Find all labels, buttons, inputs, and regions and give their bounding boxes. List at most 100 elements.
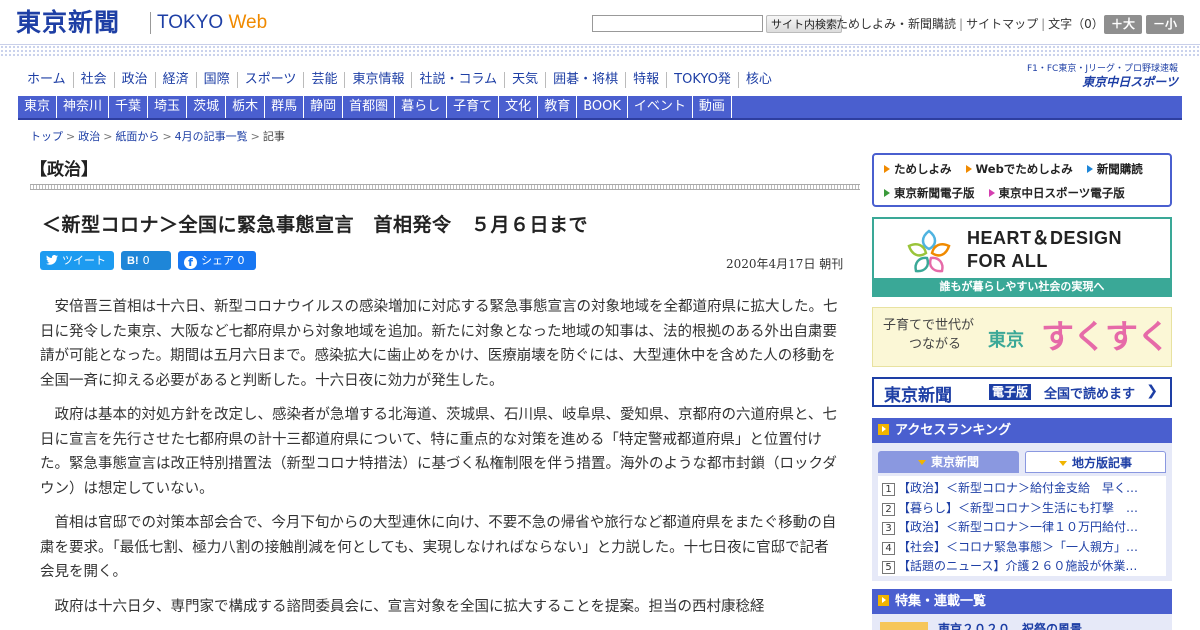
arrow-icon: [1086, 165, 1093, 173]
nav-home[interactable]: ホーム: [20, 72, 74, 88]
site-search-input[interactable]: [592, 15, 763, 32]
category-heading: 【政治】: [30, 160, 98, 180]
ranking-item[interactable]: 2 【暮らし】＜新型コロナ＞生活にも打撃 …: [878, 499, 1166, 519]
nav-tokyo-hatsu[interactable]: TOKYO発: [667, 72, 739, 88]
article-date: 2020年4月17日 朝刊: [726, 257, 844, 271]
ranking-item[interactable]: 4 【社会】＜コロナ緊急事態＞「一人親方」…: [878, 538, 1166, 558]
topic-video[interactable]: 動画: [693, 96, 732, 118]
heart-design-caption: 誰もが暮らしやすい社会の実現へ: [874, 278, 1170, 295]
region-tochigi[interactable]: 栃木: [226, 96, 266, 118]
hatena-bookmark-button[interactable]: B! 0: [121, 251, 171, 270]
feature-thumbnail[interactable]: [880, 622, 928, 630]
ranking-item[interactable]: 5 【話題のニュース】介護２６０施設が休業…: [878, 557, 1166, 577]
chunichi-tagline: F1・FC東京・Jリーグ・プロ野球速報: [1026, 64, 1178, 74]
facebook-icon: f: [184, 256, 197, 269]
subscription-links-box: ためしよみ Webでためしよみ 新聞購読 東京新聞電子版 東京中日スポーツ電子版: [872, 153, 1172, 207]
article-paragraph: 首相は官邸での対策本部会合で、今月下旬からの大型連休に向け、不要不急の帰省や旅行…: [40, 515, 837, 580]
breadcrumb-top[interactable]: トップ: [30, 130, 63, 143]
nav-entertainment[interactable]: 芸能: [304, 72, 346, 88]
arrow-icon: [988, 189, 995, 197]
topic-living[interactable]: 暮らし: [395, 96, 448, 118]
trial-read-link[interactable]: ためしよみ: [884, 161, 952, 177]
chunichi-sports-link[interactable]: F1・FC東京・Jリーグ・プロ野球速報 東京中日スポーツ: [1026, 63, 1178, 91]
nav-society[interactable]: 社会: [74, 72, 115, 88]
heading-rule: [30, 184, 860, 190]
header-dot-band: [0, 44, 1200, 58]
breadcrumb-print[interactable]: 紙面から: [115, 130, 159, 143]
tokyo-web-logo[interactable]: TOKYO Web: [157, 12, 267, 34]
region-kanagawa[interactable]: 神奈川: [57, 96, 110, 118]
chevron-right-icon: ❯: [1146, 383, 1158, 399]
topic-culture[interactable]: 文化: [499, 96, 539, 118]
subscribe-link[interactable]: ためしよみ・新聞購読: [836, 17, 956, 31]
web-trial-read-link[interactable]: Webでためしよみ: [965, 161, 1073, 177]
subscribe-sidebar-link[interactable]: 新聞購読: [1086, 161, 1143, 177]
sukusuku-tokyo-label: 東京: [988, 330, 1024, 351]
site-logo[interactable]: 東京新聞: [16, 9, 120, 37]
article-body: 安倍晋三首相は十六日、新型コロナウイルスの感染増加に対応する緊急事態宣言の対象地…: [40, 295, 842, 629]
digital-edition-banner[interactable]: 東京新聞 電子版 全国で読めます ❯: [872, 377, 1172, 407]
logo-sub-accent: Web: [228, 12, 268, 33]
fb-share-count: 0: [237, 254, 245, 267]
ranking-tab-regional[interactable]: 地方版記事: [1025, 451, 1166, 473]
nav-politics[interactable]: 政治: [115, 72, 156, 88]
site-search-button[interactable]: サイト内検索: [766, 15, 842, 33]
sukusuku-tagline: 子育てで世代が つながる: [883, 318, 975, 352]
region-tokyo[interactable]: 東京: [18, 96, 58, 118]
nav-economy[interactable]: 経済: [156, 72, 197, 88]
breadcrumb-april-list[interactable]: 4月の記事一覧: [175, 130, 248, 143]
features-panel: 東京２０２０ 祝祭の風景: [872, 614, 1172, 630]
logo-divider: [150, 12, 151, 34]
article-paragraph: 政府は十六日夕、専門家で構成する諮問委員会に、宣言対象を全国に拡大することを提案…: [54, 598, 765, 615]
nav-sports[interactable]: スポーツ: [238, 72, 305, 88]
article-paragraph: 安倍晋三首相は十六日、新型コロナウイルスの感染増加に対応する緊急事態宣言の対象地…: [40, 299, 838, 389]
region-nav: 東京 神奈川 千葉 埼玉 茨城 栃木 群馬 静岡 首都圏 暮らし 子育て 文化 …: [18, 96, 1182, 120]
flower-logo-icon: [907, 229, 951, 273]
breadcrumb-politics[interactable]: 政治: [78, 130, 100, 143]
ranking-item[interactable]: 1 【政治】＜新型コロナ＞給付金支給 早く…: [878, 479, 1166, 499]
chunichi-sports-digital-link[interactable]: 東京中日スポーツ電子版: [988, 185, 1125, 201]
digital-banner-logo: 東京新聞: [884, 386, 952, 406]
topic-book[interactable]: BOOK: [577, 96, 628, 118]
nav-international[interactable]: 国際: [197, 72, 238, 88]
nav-weather[interactable]: 天気: [505, 72, 547, 88]
tweet-button[interactable]: ツイート: [40, 251, 114, 270]
font-size-down-button[interactable]: －小: [1146, 15, 1184, 34]
play-square-icon: [878, 595, 889, 606]
region-ibaraki[interactable]: 茨城: [187, 96, 227, 118]
arrow-icon: [884, 165, 890, 173]
ranking-item[interactable]: 3 【政治】＜新型コロナ＞一律１０万円給付…: [878, 518, 1166, 538]
article-paragraph: 政府は基本的対処方針を改定し、感染者が急増する北海道、茨城県、石川県、岐阜県、愛…: [40, 407, 837, 497]
topic-parenting[interactable]: 子育て: [447, 96, 500, 118]
facebook-share-button[interactable]: f シェア 0: [178, 251, 256, 270]
sitemap-link[interactable]: サイトマップ: [966, 17, 1038, 31]
nav-tokuho[interactable]: 特報: [626, 72, 668, 88]
hatena-count: 0: [142, 254, 150, 267]
ranking-header: アクセスランキング: [872, 418, 1172, 443]
region-shizuoka[interactable]: 静岡: [304, 96, 344, 118]
nav-tokyo-info[interactable]: 東京情報: [345, 72, 413, 88]
nav-editorial[interactable]: 社説・コラム: [412, 72, 506, 88]
region-chiba[interactable]: 千葉: [109, 96, 149, 118]
digital-banner-text: 全国で読めます: [1044, 387, 1136, 402]
site-header: 東京新聞 TOKYO Web サイト内検索 ためしよみ・新聞購読 | サイトマップ |…: [0, 0, 1200, 44]
topic-education[interactable]: 教育: [538, 96, 578, 118]
region-saitama[interactable]: 埼玉: [148, 96, 188, 118]
ranking-panel: 東京新聞 地方版記事 1 【政治】＜新型コロナ＞給付金支給 早く… 2 【暮らし】＜…: [872, 443, 1172, 581]
topic-event[interactable]: イベント: [628, 96, 693, 118]
twitter-bird-icon: [46, 251, 58, 270]
region-shutoken[interactable]: 首都圏: [343, 96, 396, 118]
fb-share-label: シェア: [201, 254, 234, 267]
font-size-up-button[interactable]: ＋大: [1104, 15, 1142, 34]
tokyo-digital-link[interactable]: 東京新聞電子版: [884, 185, 975, 201]
play-square-icon: [878, 424, 889, 435]
tokyo-sukusuku-banner[interactable]: 子育てで世代が つながる 東京 すくすく: [872, 307, 1172, 367]
ranking-tab-tokyo[interactable]: 東京新聞: [878, 451, 1019, 473]
feature-link[interactable]: 東京２０２０ 祝祭の風景: [938, 620, 1082, 630]
nav-igo-shogi[interactable]: 囲碁・将棋: [546, 72, 627, 88]
features-header: 特集・連載一覧: [872, 589, 1172, 614]
chunichi-logo: 東京中日スポーツ: [1082, 75, 1178, 89]
region-gunma[interactable]: 群馬: [265, 96, 305, 118]
heart-design-banner[interactable]: HEART＆DESIGN FOR ALL 誰もが暮らしやすい社会の実現へ: [872, 217, 1172, 297]
nav-kakushin[interactable]: 核心: [739, 72, 779, 88]
